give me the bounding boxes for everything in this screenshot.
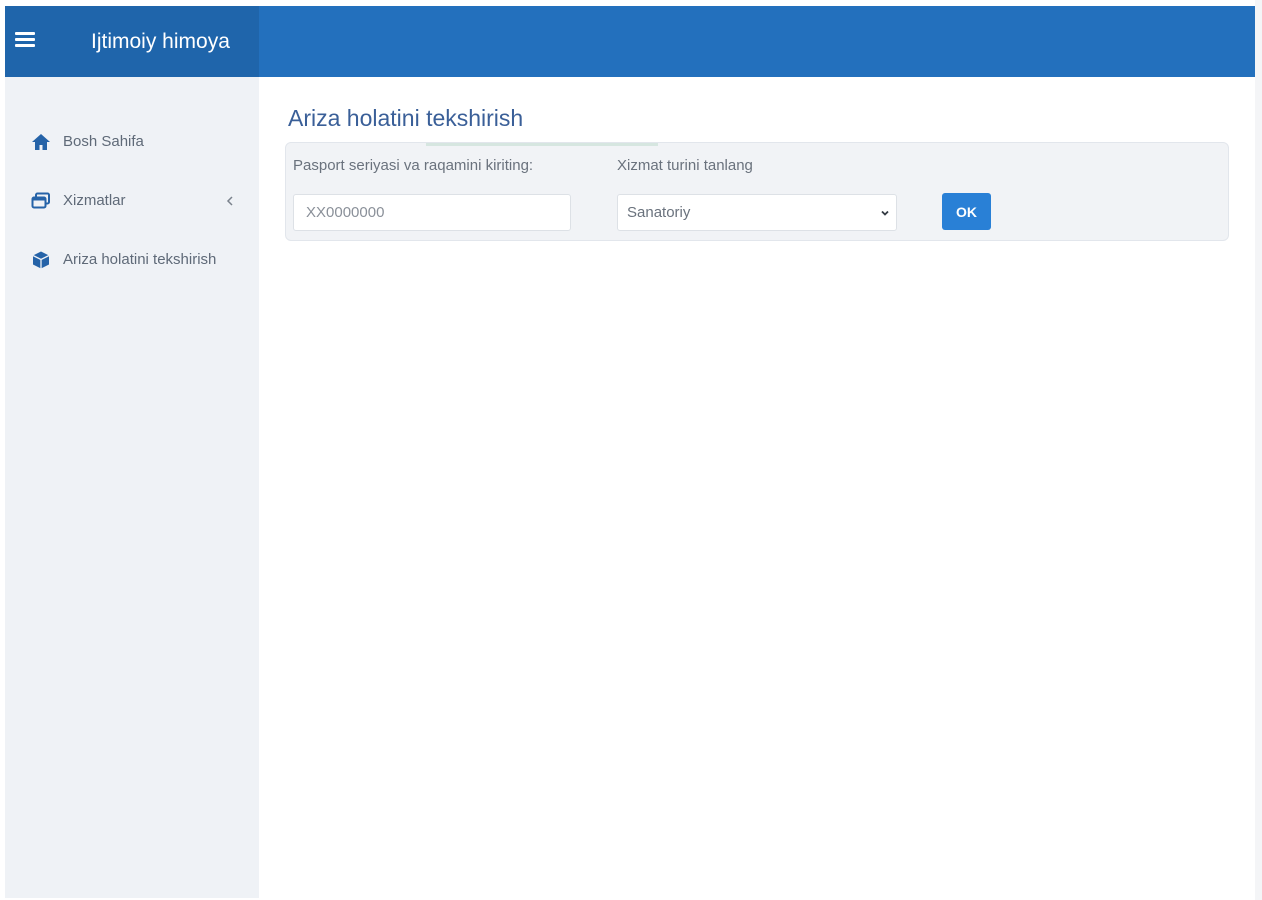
windows-icon [31,192,50,209]
app-title: Ijtimoiy himoya [91,30,230,53]
sidebar-item-label: Ariza holatini tekshirish [63,251,217,268]
service-type-selected-value: Sanatoriy [627,204,691,221]
app-window: Ijtimoiy himoya Bosh Sahifa Xizmatlar Ar… [5,6,1255,898]
service-type-select[interactable]: Sanatoriy [617,194,897,231]
sidebar-item-label: Bosh Sahifa [63,133,144,150]
sidebar-item-bosh-sahifa[interactable]: Bosh Sahifa [5,122,259,162]
sidebar: Bosh Sahifa Xizmatlar Ariza holatini tek… [5,77,259,898]
page-title: Ariza holatini tekshirish [288,105,524,131]
brand-area: Ijtimoiy himoya [5,6,259,77]
passport-input[interactable] [293,194,571,231]
chevron-left-icon[interactable] [224,191,236,211]
passport-field-label: Pasport seriyasi va raqamini kiriting: [293,157,534,174]
ok-button[interactable]: OK [942,193,991,230]
box-icon [32,251,50,269]
sidebar-item-xizmatlar[interactable]: Xizmatlar [5,181,259,221]
chevron-down-icon [881,210,889,216]
panel-accent-line [426,143,658,146]
top-header: Ijtimoiy himoya [5,6,1255,77]
sidebar-item-label: Xizmatlar [63,192,126,209]
sidebar-item-ariza-holatini-tekshirish[interactable]: Ariza holatini tekshirish [5,240,259,280]
service-type-label: Xizmat turini tanlang [617,157,753,174]
hamburger-menu-icon[interactable] [15,32,35,50]
window-right-edge [1255,0,1262,900]
home-icon [32,134,50,150]
